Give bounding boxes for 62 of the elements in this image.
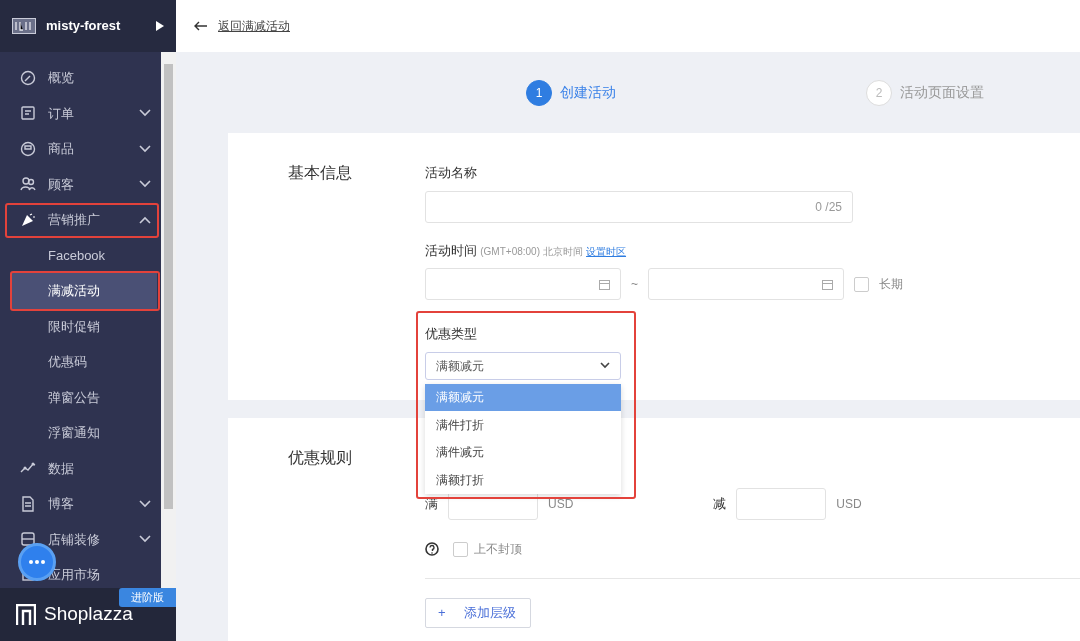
chevron-down-icon xyxy=(600,362,610,369)
range-separator: ~ xyxy=(631,276,638,293)
sidebar-item[interactable]: 浮窗通知 xyxy=(0,415,161,451)
sidebar-item[interactable]: 订单 xyxy=(0,95,161,131)
help-icon xyxy=(425,542,439,556)
sidebar-item[interactable]: 优惠码 xyxy=(0,344,161,380)
document-icon xyxy=(20,495,36,512)
sidebar-item[interactable]: 限时促销 xyxy=(0,308,161,344)
sidebar-item[interactable]: 弹窗公告 xyxy=(0,379,161,415)
back-link[interactable]: 返回满减活动 xyxy=(218,17,290,35)
dropdown-option[interactable]: 满件打折 xyxy=(425,411,621,439)
reduce-input-field[interactable] xyxy=(736,488,827,520)
reduce-label: 减 xyxy=(713,495,727,514)
checkbox[interactable] xyxy=(854,276,869,292)
step-number: 1 xyxy=(526,79,552,106)
checkbox-label: 上不封顶 xyxy=(474,541,522,558)
section-title: 优惠规则 xyxy=(287,448,353,468)
field-label: 活动名称 xyxy=(425,164,478,182)
sidebar-item[interactable]: 满减活动 xyxy=(12,273,157,309)
calendar-icon xyxy=(599,278,610,290)
currency-label: USD xyxy=(836,496,862,513)
add-tier-button[interactable]: + 添加层级 xyxy=(425,598,531,628)
caret-right-icon xyxy=(156,21,164,31)
dropdown-option[interactable]: 满件减元 xyxy=(425,438,621,466)
dropdown-option[interactable]: 满额打折 xyxy=(425,466,621,494)
plan-badge: 进阶版 xyxy=(119,588,176,607)
checkbox-label: 长期 xyxy=(879,276,903,293)
discount-type-select[interactable]: 满额减元 xyxy=(425,351,621,380)
scrollbar-thumb[interactable] xyxy=(164,64,173,509)
people-icon xyxy=(20,176,36,193)
currency-label: USD xyxy=(548,496,574,513)
step-number: 2 xyxy=(866,79,892,106)
brand-logo-icon xyxy=(16,603,36,626)
date-input-field[interactable] xyxy=(425,268,621,300)
section-title: 基本信息 xyxy=(287,163,353,183)
shirt-icon xyxy=(20,140,36,157)
date-input-field[interactable] xyxy=(648,268,844,300)
sidebar-item[interactable]: 数据 xyxy=(0,450,161,486)
back-arrow-icon xyxy=(194,21,208,31)
gauge-icon xyxy=(20,69,36,86)
store-logo-icon xyxy=(12,18,36,34)
timezone-note: (GMT+08:00) 北京时间 xyxy=(480,244,583,259)
timezone-link[interactable]: 设置时区 xyxy=(586,243,627,259)
drawer-icon xyxy=(20,531,36,548)
document-icon xyxy=(20,105,36,122)
sidebar-item[interactable]: 顾客 xyxy=(0,166,161,202)
sidebar-item[interactable]: Facebook xyxy=(0,237,161,273)
dots-icon xyxy=(27,558,47,566)
scrollbar[interactable] xyxy=(161,52,176,588)
sidebar-item[interactable]: 商品 xyxy=(0,131,161,167)
field-label: 优惠类型 xyxy=(425,325,478,343)
calendar-icon xyxy=(822,278,833,290)
sidebar-item[interactable]: 店铺装修 xyxy=(0,521,161,557)
sidebar-item[interactable]: 营销推广 xyxy=(0,202,161,238)
sidebar-item[interactable]: 博客 xyxy=(0,486,161,522)
checkbox[interactable] xyxy=(453,541,468,557)
cone-icon xyxy=(20,211,36,228)
sidebar-item[interactable]: 概览 xyxy=(0,60,161,96)
store-name: misty-forest xyxy=(46,17,121,36)
character-counter: 0 /25 xyxy=(815,198,842,216)
step-label[interactable]: 创建活动 xyxy=(560,82,616,103)
field-label: 活动时间 xyxy=(425,241,477,260)
